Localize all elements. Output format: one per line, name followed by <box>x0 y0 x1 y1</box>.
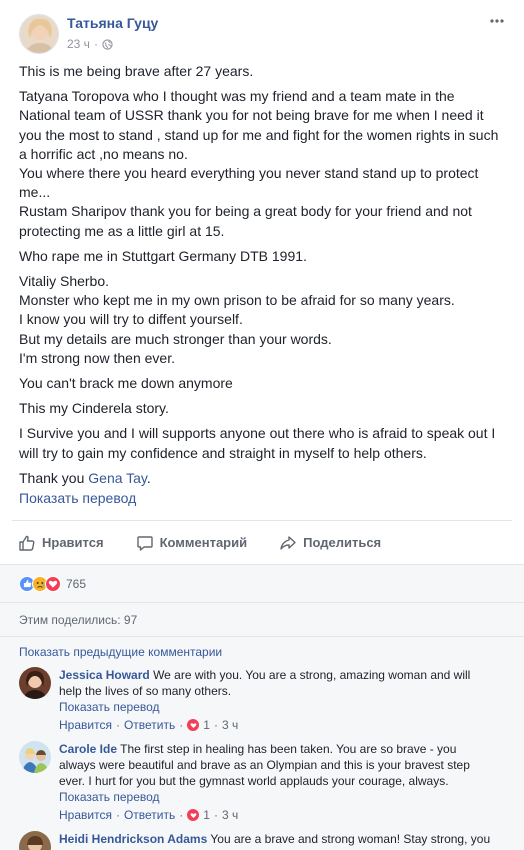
post-text-line: This is me being brave after 27 years. <box>19 63 254 79</box>
comment-reply-link[interactable]: Ответить <box>124 717 175 733</box>
comment-reaction-count: 1 <box>203 718 210 732</box>
see-translation-link[interactable]: Показать перевод <box>19 490 136 506</box>
comment-time[interactable]: 3 ч <box>222 717 238 733</box>
post-action-bar: Нравится Комментарий Поделиться <box>12 520 512 564</box>
more-options-icon[interactable] <box>489 14 505 28</box>
separator-dot: · <box>179 808 184 822</box>
comment-actions: Нравится · Ответить · 1 · 3 ч <box>59 807 509 823</box>
comment-reaction-count: 1 <box>203 808 210 822</box>
author-avatar[interactable] <box>19 14 59 54</box>
comment-see-translation[interactable]: Показать перевод <box>59 789 509 805</box>
share-button-label: Поделиться <box>303 535 382 550</box>
reaction-icons <box>19 575 61 592</box>
comment-button-label: Комментарий <box>159 535 248 550</box>
post-text-line: Thank you <box>19 469 89 486</box>
author-name[interactable]: Татьяна Гуцу <box>67 15 158 31</box>
post-text-line: You where there you heard everything you… <box>19 165 479 182</box>
post-text-line: This my Cinderela story. <box>19 400 169 417</box>
comment-body: Heidi Hendrickson Adams You are a brave … <box>59 831 509 847</box>
post-text-line: But my details are much stronger than yo… <box>19 330 332 347</box>
post-paragraph: This my Cinderela story. <box>19 399 509 418</box>
post-text-line: National team of USSR thank you for not … <box>19 107 484 124</box>
commenter-avatar[interactable] <box>19 741 51 773</box>
comment-icon <box>136 535 153 551</box>
post-text-line: Tatyana Toropova who I thought was my fr… <box>19 88 455 105</box>
reactions-count: 765 <box>66 576 87 591</box>
comment-text: We are with you. You are a strong, amazi… <box>153 668 471 682</box>
comment-time[interactable]: 3 ч <box>222 807 238 823</box>
post-text-line: a horrific act ,no means no. <box>19 145 188 162</box>
post-text-line: Monster who kept me in my own prison to … <box>19 292 455 309</box>
post-paragraph: Thank you Gena Tay. <box>19 469 509 488</box>
commenter-name[interactable]: Jessica Howard <box>59 668 150 682</box>
globe-icon[interactable] <box>102 38 113 50</box>
commenter-avatar[interactable] <box>19 667 51 699</box>
comment-body: Jessica Howard We are with you. You are … <box>59 667 509 733</box>
post-body: This is me being brave after 27 years. Ta… <box>19 62 509 494</box>
post-text-line: I know you will try to diffent yourself. <box>19 311 243 328</box>
post-paragraph: Tatyana Toropova who I thought was my fr… <box>19 87 509 241</box>
separator-dot: · <box>213 718 218 732</box>
comment-body: Carole Ide The first step in healing has… <box>59 741 509 823</box>
separator-dot: · <box>93 37 98 51</box>
share-arrow-icon <box>280 535 296 550</box>
post-text-line: will try to gain my confidence and strai… <box>19 444 427 461</box>
shares-summary[interactable]: Этим поделились: 97 <box>0 602 524 636</box>
commenter-avatar[interactable] <box>19 831 51 850</box>
mention-link[interactable]: Gena Tay <box>88 470 147 486</box>
post-paragraph: Vitaliy Sherbo. Monster who kept me in my… <box>19 272 509 368</box>
separator-dot: · <box>115 808 120 822</box>
comment-text-line: help the lives of so many others. <box>59 684 232 698</box>
post-time[interactable]: 23 ч <box>67 37 90 51</box>
shares-count: Этим поделились: 97 <box>19 612 138 627</box>
comment-text: You are a brave and strong woman! Stay s… <box>210 832 491 846</box>
comment-button[interactable]: Комментарий <box>136 534 248 552</box>
post-meta: 23 ч · <box>67 37 113 51</box>
show-previous-comments-link[interactable]: Показать предыдущие комментарии <box>19 645 222 659</box>
post-text-line: you the most to stand , stand up for me … <box>19 126 499 143</box>
post-text-line: me... <box>19 184 51 201</box>
commenter-name[interactable]: Carole Ide <box>59 742 117 756</box>
comment-text-line: always were beautiful and brave as an Ol… <box>59 758 470 772</box>
comment-like-link[interactable]: Нравится <box>59 717 112 733</box>
comment-see-translation[interactable]: Показать перевод <box>59 699 509 715</box>
post-paragraph: You can't brack me down anymore <box>19 374 509 393</box>
like-button[interactable]: Нравится <box>18 534 104 552</box>
comment-text-line: ever. I hurt for you but the gymnast wor… <box>59 774 449 788</box>
share-button[interactable]: Поделиться <box>279 534 381 552</box>
post-text-line: Vitaliy Sherbo. <box>19 273 110 290</box>
love-reaction-icon <box>45 575 61 592</box>
like-button-label: Нравится <box>42 535 104 550</box>
post-paragraph: This is me being brave after 27 years. <box>19 62 509 81</box>
post-header: Татьяна Гуцу 23 ч · <box>0 0 524 60</box>
post-paragraph: I Survive you and I will supports anyone… <box>19 424 509 462</box>
comment-like-link[interactable]: Нравится <box>59 807 112 823</box>
comments-section: Показать предыдущие комментарии Jessica … <box>0 636 524 850</box>
post-text-line: Who rape me in Stuttgart Germany DTB 199… <box>19 247 307 264</box>
post-text-punctuation: . <box>146 469 151 486</box>
comment-text: The first step in healing has been taken… <box>120 742 457 756</box>
thumbs-up-icon <box>19 535 35 551</box>
facebook-post-card: Татьяна Гуцу 23 ч · This is me being bra… <box>0 0 524 850</box>
separator-dot: · <box>213 808 218 822</box>
reactions-summary[interactable]: 765 <box>0 564 524 602</box>
post-text-line: protecting me as a little girl at 15. <box>19 222 225 239</box>
commenter-name[interactable]: Heidi Hendrickson Adams <box>59 832 207 846</box>
post-text-line: I'm strong now then ever. <box>19 349 175 366</box>
post-text-line: Rustam Sharipov thank you for being a gr… <box>19 203 472 220</box>
separator-dot: · <box>179 718 184 732</box>
comment-actions: Нравится · Ответить · 1 · 3 ч <box>59 717 509 733</box>
love-reaction-icon[interactable] <box>187 809 200 821</box>
post-paragraph: Who rape me in Stuttgart Germany DTB 199… <box>19 247 509 266</box>
post-text-line: I Survive you and I will supports anyone… <box>19 425 496 442</box>
comment-reply-link[interactable]: Ответить <box>124 807 175 823</box>
post-text-line: You can't brack me down anymore <box>19 375 233 392</box>
love-reaction-icon[interactable] <box>187 719 200 731</box>
separator-dot: · <box>115 718 120 732</box>
